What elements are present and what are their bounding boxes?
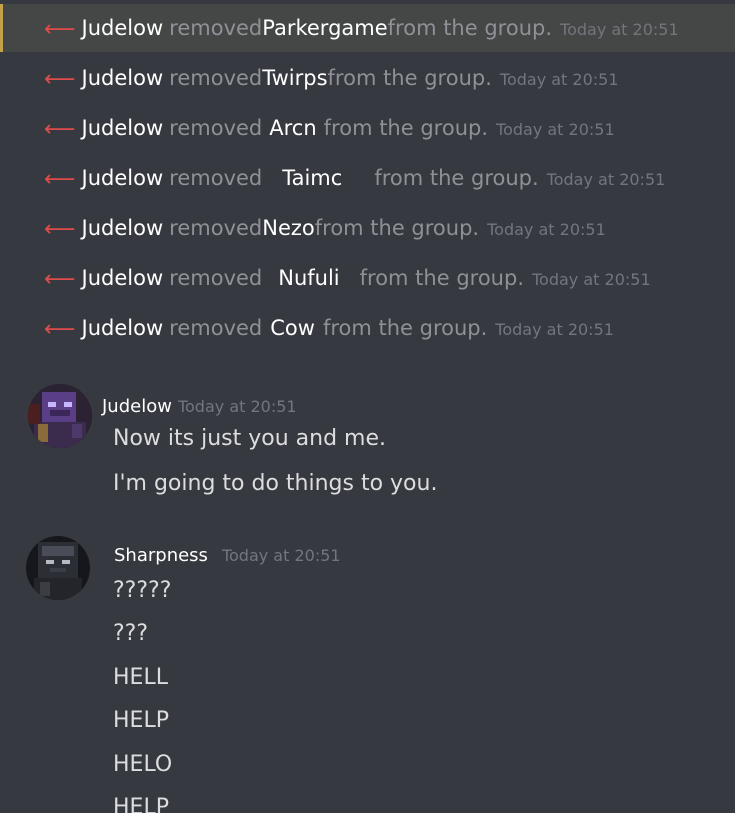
left-arrow-icon: ⟵: [44, 267, 76, 292]
system-timestamp: Today at 20:51: [546, 170, 666, 189]
avatar-image: [26, 536, 90, 600]
system-tail: from the group.: [322, 316, 488, 340]
system-verb: removed: [169, 166, 263, 190]
message-header: Judelow Today at 20:51: [102, 396, 297, 417]
system-tail: from the group.: [374, 166, 539, 190]
system-timestamp: Today at 20:51: [532, 270, 651, 289]
message-line: HELO: [113, 752, 173, 777]
system-message-row[interactable]: ⟵ Judelow removed Nezo from the group. T…: [0, 204, 735, 252]
left-arrow-icon: ⟵: [44, 117, 76, 142]
message-line: ?????: [113, 578, 172, 603]
system-actor[interactable]: Judelow: [82, 64, 164, 92]
system-actor[interactable]: Judelow: [82, 14, 164, 42]
system-message-row[interactable]: ⟵ Judelow removed Twirps from the group.…: [0, 54, 735, 102]
system-tail: from the group.: [387, 16, 553, 40]
avatar-image: [28, 384, 92, 448]
message-timestamp: Today at 20:51: [177, 397, 297, 416]
message-line: HELP: [113, 708, 169, 733]
system-message-row[interactable]: ⟵ Judelow removed Arcn from the group. T…: [0, 104, 735, 152]
system-verb: removed: [169, 316, 263, 340]
system-message-row[interactable]: ⟵ Judelow removed Nufuli from the group.…: [0, 254, 735, 302]
system-target[interactable]: Arcn: [269, 114, 316, 142]
system-actor[interactable]: Judelow: [82, 314, 164, 342]
system-actor[interactable]: Judelow: [82, 214, 164, 242]
avatar[interactable]: [26, 536, 90, 600]
avatar[interactable]: [28, 384, 92, 448]
left-arrow-icon: ⟵: [44, 317, 76, 342]
system-verb: removed: [169, 116, 263, 140]
left-arrow-icon: ⟵: [44, 217, 76, 242]
system-target[interactable]: Nufuli: [278, 264, 339, 292]
author-name[interactable]: Judelow: [102, 396, 172, 417]
system-actor[interactable]: Judelow: [82, 264, 164, 292]
system-actor[interactable]: Judelow: [82, 114, 164, 142]
left-arrow-icon: ⟵: [44, 17, 76, 42]
system-message-row[interactable]: ⟵ Judelow removed Cow from the group. To…: [0, 304, 735, 352]
message-header: Sharpness Today at 20:51: [114, 545, 341, 566]
system-timestamp: Today at 20:51: [499, 70, 619, 89]
system-tail: from the group.: [323, 116, 489, 140]
system-target[interactable]: Parkergame: [262, 14, 387, 42]
system-target[interactable]: Twirps: [262, 64, 327, 92]
system-tail: from the group.: [314, 216, 480, 240]
message-timestamp: Today at 20:51: [221, 546, 341, 565]
system-tail: from the group.: [359, 266, 524, 290]
message-group: Judelow Today at 20:51 Now its just you a…: [0, 378, 735, 518]
message-line: ???: [113, 621, 149, 646]
system-verb: removed: [169, 66, 263, 90]
message-line: Now its just you and me.: [113, 426, 386, 451]
message-line: HELP: [113, 795, 169, 813]
system-tail: from the group.: [327, 66, 492, 90]
system-actor[interactable]: Judelow: [82, 164, 164, 192]
system-verb: removed: [169, 16, 263, 40]
author-name[interactable]: Sharpness: [114, 545, 208, 566]
system-timestamp: Today at 20:51: [495, 320, 614, 339]
system-target[interactable]: Nezo: [262, 214, 315, 242]
system-message-row[interactable]: ⟵ Judelow removed Parkergame from the gr…: [0, 4, 735, 52]
system-message-row[interactable]: ⟵ Judelow removed Taimc from the group. …: [0, 154, 735, 202]
message-line: I'm going to do things to you.: [113, 471, 438, 496]
system-target[interactable]: Cow: [270, 314, 315, 342]
system-timestamp: Today at 20:51: [487, 220, 606, 239]
message-group: Sharpness Today at 20:51 ????? ??? HELL H…: [0, 530, 735, 813]
left-arrow-icon: ⟵: [44, 67, 76, 92]
system-target[interactable]: Taimc: [282, 164, 342, 192]
message-line: HELL: [113, 665, 168, 690]
system-timestamp: Today at 20:51: [496, 120, 615, 139]
system-verb: removed: [169, 266, 263, 290]
system-timestamp: Today at 20:51: [560, 20, 679, 39]
system-verb: removed: [169, 216, 263, 240]
left-arrow-icon: ⟵: [44, 167, 76, 192]
